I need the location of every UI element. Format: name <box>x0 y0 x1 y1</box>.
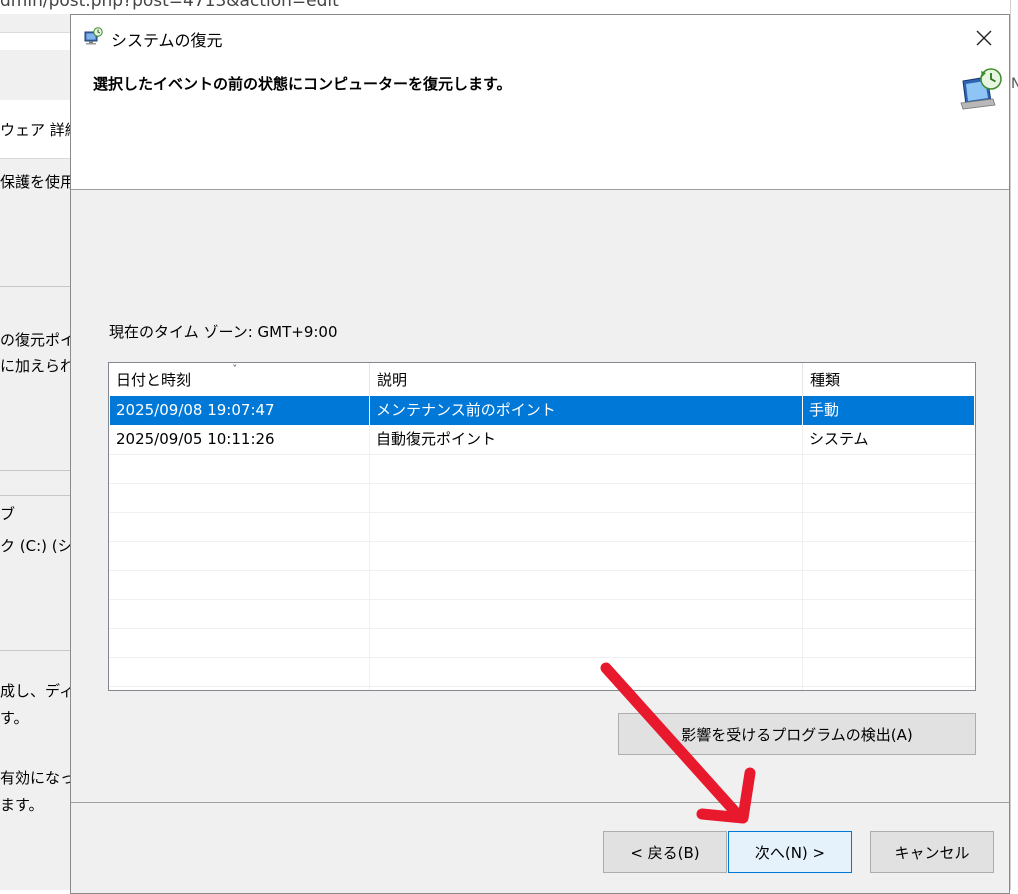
next-button[interactable]: 次へ(N) > <box>728 831 852 873</box>
row-description: メンテナンス前のポイント <box>370 396 803 425</box>
row-type: システム <box>809 430 869 448</box>
footer-divider <box>71 802 1009 803</box>
background-text-3: に加えられ <box>0 357 76 375</box>
dialog-header: 選択したイベントの前の状態にコンピューターを復元します。 <box>71 59 1009 190</box>
background-text-9: ます。 <box>0 796 44 814</box>
dialog-title: システムの復元 <box>111 31 223 50</box>
back-button[interactable]: < 戻る(B) <box>603 831 727 873</box>
background-tab-strip[interactable]: ウェア 詳細 <box>0 100 80 159</box>
background-tabs-label: ウェア 詳細 <box>0 121 80 139</box>
scan-affected-programs-button[interactable]: 影響を受けるプログラムの検出(A) <box>618 713 976 755</box>
row-description: 自動復元ポイント <box>376 430 497 448</box>
column-header-date[interactable]: 日付と時刻 ˇ <box>109 363 370 396</box>
table-row[interactable]: 2025/09/08 19:07:47 メンテナンス前のポイント 手動 <box>110 396 974 425</box>
column-header-type[interactable]: 種類 <box>803 363 975 396</box>
timezone-label: 現在のタイム ゾーン: GMT+9:00 <box>109 323 338 341</box>
column-header-date-label: 日付と時刻 <box>116 371 192 389</box>
cancel-button[interactable]: キャンセル <box>870 831 994 873</box>
background-text-7: す。 <box>0 709 29 727</box>
dialog-heading: 選択したイベントの前の状態にコンピューターを復元します。 <box>93 75 512 93</box>
table-row[interactable]: 2025/09/05 10:11:26 自動復元ポイント システム <box>110 425 974 454</box>
close-icon <box>976 30 992 46</box>
row-type: 手動 <box>809 401 840 419</box>
system-restore-header-icon <box>960 68 1002 110</box>
restore-point-list[interactable]: 日付と時刻 ˇ 説明 種類 2025/09/08 19:07:47 メンテナンス… <box>108 362 976 691</box>
background-toolbar-strip <box>0 14 70 33</box>
column-header-description[interactable]: 説明 <box>370 363 803 396</box>
dialog-titlebar[interactable]: システムの復元 <box>71 15 1009 59</box>
close-button[interactable] <box>967 21 1001 55</box>
system-restore-dialog: システムの復元 選択したイベントの前の状態にコンピューターを復元します。 現在の… <box>70 14 1010 894</box>
row-date: 2025/09/05 10:11:26 <box>116 430 275 448</box>
row-date: 2025/09/08 19:07:47 <box>110 396 370 425</box>
column-header-type-label: 種類 <box>810 371 841 389</box>
system-restore-app-icon <box>84 27 103 45</box>
background-url-text: dmin/post.php?post=4713&action=edit <box>0 0 339 11</box>
column-header-description-label: 説明 <box>377 371 408 389</box>
background-text-1: 保護を使用 <box>0 173 76 191</box>
background-right-edge-text: N <box>1011 76 1018 92</box>
list-header: 日付と時刻 ˇ 説明 種類 <box>109 363 975 396</box>
background-text-4: ブ <box>0 505 16 523</box>
background-text-2: の復元ポイ <box>0 331 76 349</box>
sort-descending-icon: ˇ <box>232 363 238 376</box>
background-right-window-edge <box>1010 0 1018 890</box>
background-text-8: 有効になっ <box>0 769 76 787</box>
